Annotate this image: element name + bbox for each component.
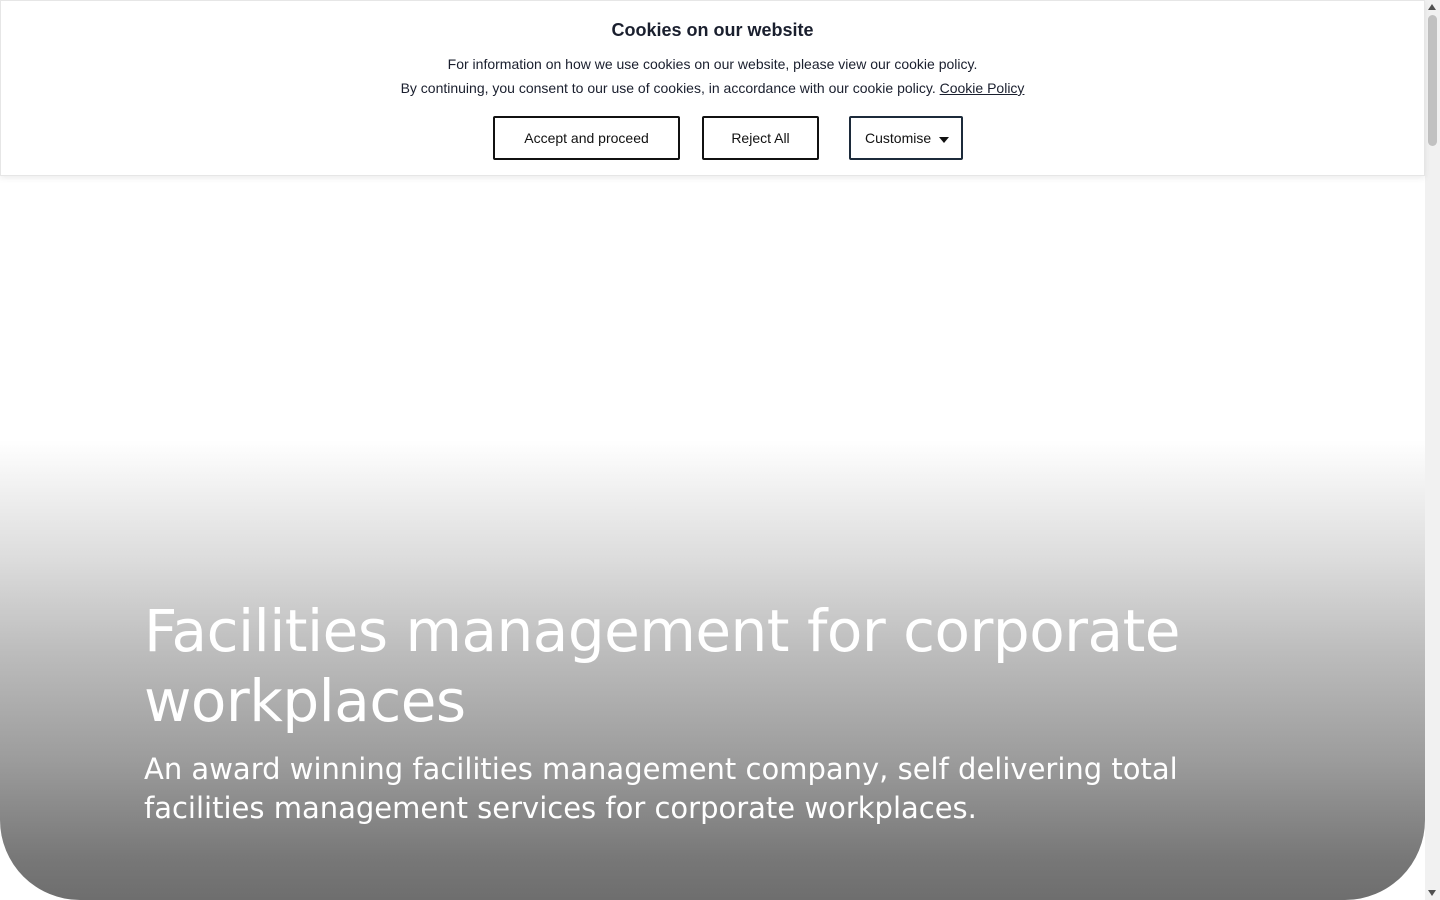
cookie-info-text: For information on how we use cookies on…: [447, 56, 978, 72]
hero-subtitle: An award winning facilities management c…: [144, 752, 1178, 825]
page: Facilities management for corporate work…: [0, 0, 1440, 900]
caret-down-icon: [939, 136, 950, 143]
scrollbar-thumb[interactable]: [1428, 15, 1437, 146]
cookie-consent-text: By continuing, you consent to our use of…: [400, 80, 936, 96]
cookie-banner: Cookies on our website For information o…: [0, 0, 1425, 176]
reject-all-button[interactable]: Reject All: [702, 116, 819, 160]
cookie-policy-link[interactable]: Cookie Policy: [940, 80, 1025, 96]
customise-button-label: Customise: [865, 130, 932, 146]
accept-button-label: Accept and proceed: [524, 130, 649, 146]
cookie-consent-line: By continuing, you consent to our use of…: [1, 79, 1424, 97]
customise-dropdown-button[interactable]: Customise: [849, 116, 963, 160]
reject-button-label: Reject All: [731, 130, 790, 146]
vertical-scrollbar[interactable]: [1425, 0, 1440, 900]
cookie-banner-title: Cookies on our website: [611, 20, 814, 40]
arrow-down-icon[interactable]: [1428, 890, 1436, 896]
arrow-up-icon[interactable]: [1428, 4, 1436, 10]
hero-title: Facilities management for corporate work…: [144, 597, 1181, 735]
accept-and-proceed-button[interactable]: Accept and proceed: [493, 116, 680, 160]
